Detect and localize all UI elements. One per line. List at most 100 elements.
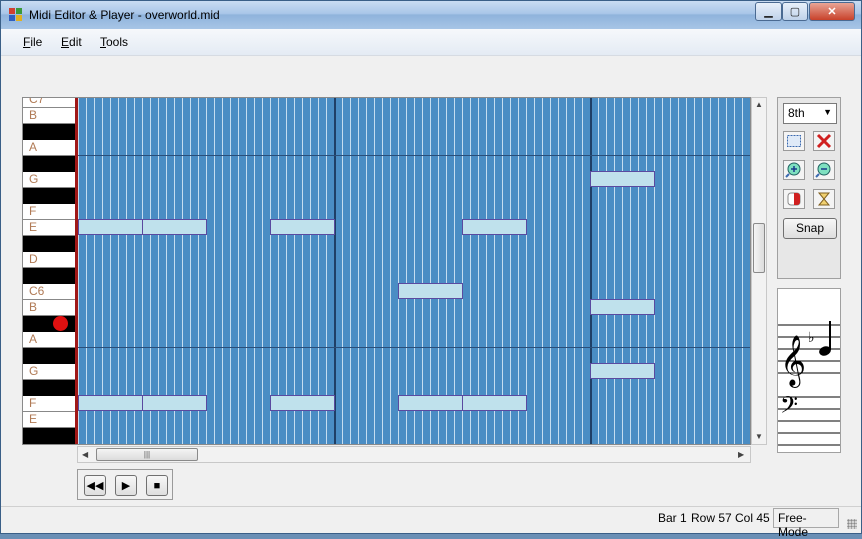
grid-line bbox=[590, 98, 592, 444]
play-button[interactable]: ▶ bbox=[115, 475, 137, 496]
piano-key[interactable]: C7 bbox=[23, 98, 75, 108]
zoom-out-button[interactable] bbox=[813, 160, 835, 180]
piano-key-black[interactable] bbox=[23, 428, 75, 444]
piano-key[interactable]: E bbox=[23, 220, 75, 236]
piano-key-black[interactable] bbox=[23, 124, 75, 140]
maximize-button[interactable]: ▢ bbox=[782, 2, 808, 21]
piano-key-black[interactable] bbox=[23, 268, 75, 284]
chevron-down-icon: ▼ bbox=[823, 107, 832, 117]
menu-edit[interactable]: Edit bbox=[61, 35, 82, 49]
grid-line bbox=[270, 98, 271, 444]
timing-tool-button[interactable] bbox=[813, 189, 835, 209]
piano-key[interactable]: G bbox=[23, 172, 75, 188]
piano-key-black[interactable] bbox=[23, 348, 75, 364]
piano-key[interactable]: D bbox=[23, 252, 75, 268]
menu-tools[interactable]: Tools bbox=[100, 35, 128, 49]
grid-line bbox=[358, 98, 359, 444]
octave-line bbox=[78, 155, 750, 156]
note[interactable] bbox=[270, 395, 335, 411]
note[interactable] bbox=[462, 395, 527, 411]
grid-line bbox=[174, 98, 175, 444]
minimize-button[interactable]: ▁ bbox=[755, 2, 782, 21]
horizontal-scroll-thumb[interactable]: ||| bbox=[96, 448, 198, 461]
piano-key-black[interactable] bbox=[23, 380, 75, 396]
note[interactable] bbox=[78, 395, 143, 411]
title-bar[interactable]: Midi Editor & Player - overworld.mid ▁ ▢… bbox=[1, 1, 861, 29]
scroll-right-icon[interactable]: ▶ bbox=[738, 450, 744, 459]
key-label-e: E bbox=[29, 412, 38, 426]
piano-key[interactable]: A bbox=[23, 332, 75, 348]
piano-key[interactable]: G bbox=[23, 364, 75, 380]
vertical-scrollbar[interactable]: ▲ ▼ bbox=[751, 97, 767, 445]
grid-line bbox=[486, 98, 487, 444]
zoom-in-button[interactable] bbox=[783, 160, 805, 180]
grid-line bbox=[542, 98, 543, 444]
vertical-scroll-thumb[interactable] bbox=[753, 223, 765, 273]
grid-line bbox=[390, 98, 391, 444]
window-title: Midi Editor & Player - overworld.mid bbox=[29, 8, 220, 22]
piano-key[interactable]: A bbox=[23, 140, 75, 156]
note-grid[interactable] bbox=[78, 98, 750, 444]
snap-button[interactable]: Snap bbox=[783, 218, 837, 239]
note[interactable] bbox=[142, 395, 207, 411]
grid-line bbox=[374, 98, 375, 444]
grid-line bbox=[366, 98, 367, 444]
grid-line bbox=[454, 98, 455, 444]
horizontal-scrollbar[interactable]: ◀ ||| ▶ bbox=[77, 446, 751, 463]
note[interactable] bbox=[398, 283, 463, 299]
grid-line bbox=[510, 98, 511, 444]
grid-line bbox=[518, 98, 519, 444]
key-label-a: A bbox=[29, 332, 38, 346]
piano-key[interactable]: F bbox=[23, 204, 75, 220]
menu-bar: File Edit Tools bbox=[1, 29, 861, 56]
tool-panel: 8th ▼ Snap bbox=[777, 97, 841, 279]
note-duration-select[interactable]: 8th ▼ bbox=[783, 103, 837, 124]
color-tool-button[interactable] bbox=[783, 189, 805, 209]
grid-line bbox=[686, 98, 687, 444]
delete-tool-button[interactable] bbox=[813, 131, 835, 151]
piano-key-black[interactable] bbox=[23, 188, 75, 204]
grid-line bbox=[182, 98, 183, 444]
note[interactable] bbox=[78, 219, 143, 235]
grid-line bbox=[406, 98, 407, 444]
grid-line bbox=[638, 98, 639, 444]
edit-mode-status[interactable]: Free-Mode bbox=[773, 508, 839, 539]
grid-line bbox=[94, 98, 95, 444]
piano-key-black[interactable] bbox=[23, 236, 75, 252]
grid-line bbox=[414, 98, 415, 444]
menu-file[interactable]: File bbox=[23, 35, 42, 49]
grid-line bbox=[326, 98, 327, 444]
piano-key[interactable]: E bbox=[23, 412, 75, 428]
piano-key[interactable]: B bbox=[23, 300, 75, 316]
grid-line bbox=[198, 98, 199, 444]
scroll-left-icon[interactable]: ◀ bbox=[82, 450, 88, 459]
piano-keyboard[interactable]: C7 B A G F E D C6 B A G F E bbox=[23, 98, 75, 444]
resize-grip-icon[interactable] bbox=[847, 519, 857, 529]
scroll-down-icon[interactable]: ▼ bbox=[755, 432, 763, 441]
note[interactable] bbox=[590, 299, 655, 315]
note[interactable] bbox=[142, 219, 207, 235]
grid-line bbox=[670, 98, 671, 444]
grid-line bbox=[494, 98, 495, 444]
note[interactable] bbox=[462, 219, 527, 235]
piano-key[interactable]: C6 bbox=[23, 284, 75, 300]
grid-line bbox=[662, 98, 663, 444]
grid-line bbox=[334, 98, 336, 444]
scroll-up-icon[interactable]: ▲ bbox=[755, 100, 763, 109]
note[interactable] bbox=[270, 219, 335, 235]
grid-line bbox=[462, 98, 463, 444]
grid-line bbox=[310, 98, 311, 444]
grid-line bbox=[246, 98, 247, 444]
piano-key[interactable]: B bbox=[23, 108, 75, 124]
piano-key[interactable]: F bbox=[23, 396, 75, 412]
note[interactable] bbox=[398, 395, 463, 411]
stop-button[interactable]: ■ bbox=[146, 475, 168, 496]
status-bar-number: Bar 1 bbox=[658, 511, 687, 525]
grid-line bbox=[86, 98, 87, 444]
piano-key-black[interactable] bbox=[23, 156, 75, 172]
note[interactable] bbox=[590, 363, 655, 379]
close-button[interactable]: ✕ bbox=[809, 2, 855, 21]
note[interactable] bbox=[590, 171, 655, 187]
select-tool-button[interactable] bbox=[783, 131, 805, 151]
rewind-button[interactable]: ◀◀ bbox=[84, 475, 106, 496]
